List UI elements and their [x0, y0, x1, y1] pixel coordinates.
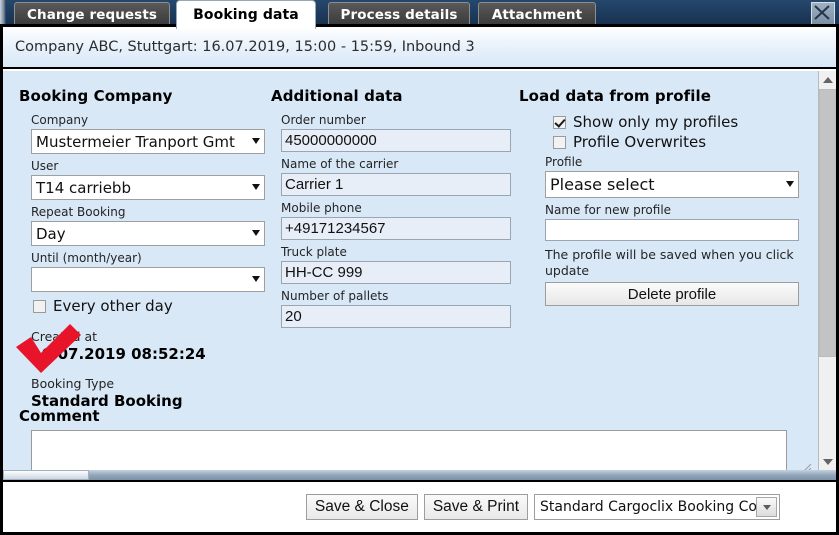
- repeat-booking-label: Repeat Booking: [31, 205, 126, 219]
- user-select[interactable]: T14 carriebb: [31, 175, 265, 200]
- profile-select[interactable]: Please select: [545, 171, 799, 198]
- order-number-input[interactable]: [281, 129, 511, 152]
- close-icon[interactable]: [811, 2, 835, 25]
- section-additional-data: Additional data Order number Name of the…: [271, 71, 511, 333]
- section-booking-company: Booking Company Company Mustermeier Tran…: [19, 71, 265, 411]
- order-number-label: Order number: [281, 113, 366, 127]
- user-select-value[interactable]: T14 carriebb: [31, 175, 265, 200]
- created-at-value: 16.07.2019 08:52:24: [31, 345, 206, 363]
- tab-process-details[interactable]: Process details: [328, 2, 470, 26]
- save-and-close-button[interactable]: Save & Close: [305, 494, 418, 520]
- booking-company-heading: Booking Company: [19, 87, 173, 105]
- document-template-dropdown-button[interactable]: [756, 497, 777, 517]
- document-template-select[interactable]: Standard Cargoclix Booking Conf: [534, 494, 780, 520]
- resize-grip-icon: [804, 463, 812, 470]
- every-other-day-row[interactable]: Every other day: [31, 297, 265, 315]
- section-load-profile: Load data from profile Show only my prof…: [519, 71, 799, 306]
- company-label: Company: [31, 113, 89, 127]
- tab-bar: Change requests Booking data Process det…: [0, 0, 839, 29]
- every-other-day-label: Every other day: [53, 297, 173, 315]
- until-select[interactable]: [31, 267, 265, 292]
- comment-textarea[interactable]: [31, 430, 787, 470]
- repeat-booking-select[interactable]: Day: [31, 221, 265, 246]
- load-profile-heading: Load data from profile: [519, 87, 712, 105]
- profile-label: Profile: [545, 155, 583, 169]
- new-profile-name-input[interactable]: [545, 219, 799, 241]
- repeat-booking-select-value[interactable]: Day: [31, 221, 265, 246]
- truck-plate-input[interactable]: [281, 261, 511, 284]
- vertical-scrollbar-thumb[interactable]: [819, 89, 836, 357]
- profile-save-hint: The profile will be saved when you click…: [545, 247, 794, 278]
- carrier-name-label: Name of the carrier: [281, 157, 399, 171]
- section-comment: Comment: [3, 401, 814, 470]
- additional-data-fields: Order number Name of the carrier Mobile …: [271, 113, 511, 333]
- comment-heading: Comment: [19, 407, 100, 425]
- form-canvas: Booking Company Company Mustermeier Tran…: [3, 71, 814, 470]
- tab-booking-data[interactable]: Booking data: [176, 0, 316, 29]
- mobile-phone-label: Mobile phone: [281, 201, 362, 215]
- number-of-pallets-input[interactable]: [281, 305, 511, 328]
- chevron-down-icon: [822, 458, 833, 465]
- show-only-my-profiles-row[interactable]: Show only my profiles: [545, 113, 799, 131]
- company-select[interactable]: Mustermeier Tranport Gmt: [31, 129, 265, 154]
- tabbar-left-edge: [0, 0, 6, 27]
- chevron-down-icon: [252, 276, 260, 282]
- truck-plate-label: Truck plate: [281, 245, 347, 259]
- save-and-print-button[interactable]: Save & Print: [423, 494, 528, 520]
- profile-select-value[interactable]: Please select: [545, 171, 799, 198]
- number-of-pallets-label: Number of pallets: [281, 289, 389, 303]
- new-profile-name-label: Name for new profile: [545, 203, 672, 217]
- show-only-my-profiles-label: Show only my profiles: [573, 113, 739, 131]
- chevron-up-icon: [822, 76, 833, 83]
- tab-attachment[interactable]: Attachment: [478, 2, 596, 26]
- chevron-down-icon: [252, 230, 260, 236]
- every-other-day-checkbox[interactable]: [33, 299, 46, 313]
- vertical-scrollbar[interactable]: [818, 71, 836, 470]
- created-at-label: Created at: [31, 329, 98, 344]
- company-select-value[interactable]: Mustermeier Tranport Gmt: [31, 129, 265, 154]
- scroll-down-button[interactable]: [819, 453, 836, 470]
- booking-type-label: Booking Type: [31, 376, 115, 391]
- scroll-up-button[interactable]: [819, 71, 836, 88]
- horizontal-scrollbar[interactable]: [3, 470, 836, 482]
- booking-header-strip: Company ABC, Stuttgart: 16.07.2019, 15:0…: [3, 27, 836, 69]
- comment-textarea-wrap: [3, 430, 814, 470]
- tab-change-requests[interactable]: Change requests: [14, 2, 170, 26]
- load-profile-fields: Show only my profiles Profile Overwrites…: [519, 113, 799, 306]
- chevron-down-icon: [252, 184, 260, 190]
- chevron-down-icon: [786, 181, 794, 187]
- document-template-value: Standard Cargoclix Booking Conf: [540, 499, 771, 515]
- booking-data-dialog: Change requests Booking data Process det…: [0, 0, 839, 535]
- until-label: Until (month/year): [31, 251, 142, 265]
- delete-profile-button[interactable]: Delete profile: [545, 282, 799, 306]
- booking-header-title: Company ABC, Stuttgart: 16.07.2019, 15:0…: [15, 39, 475, 55]
- form-body: Booking Company Company Mustermeier Tran…: [3, 71, 836, 470]
- horizontal-scrollbar-thumb[interactable]: [3, 470, 89, 480]
- dialog-footer: Save & Close Save & Print Standard Cargo…: [3, 482, 836, 532]
- show-only-my-profiles-checkbox[interactable]: [553, 115, 566, 129]
- carrier-name-input[interactable]: [281, 173, 511, 196]
- user-label: User: [31, 159, 59, 173]
- mobile-phone-input[interactable]: [281, 217, 511, 240]
- profile-overwrites-row[interactable]: Profile Overwrites: [545, 133, 799, 151]
- chevron-down-icon: [762, 504, 771, 510]
- until-select-value[interactable]: [31, 267, 265, 292]
- booking-company-fields: Company Mustermeier Tranport Gmt User T1…: [19, 113, 265, 411]
- profile-overwrites-label: Profile Overwrites: [573, 133, 707, 151]
- additional-data-heading: Additional data: [271, 87, 403, 105]
- profile-overwrites-checkbox[interactable]: [553, 135, 566, 149]
- chevron-down-icon: [252, 138, 260, 144]
